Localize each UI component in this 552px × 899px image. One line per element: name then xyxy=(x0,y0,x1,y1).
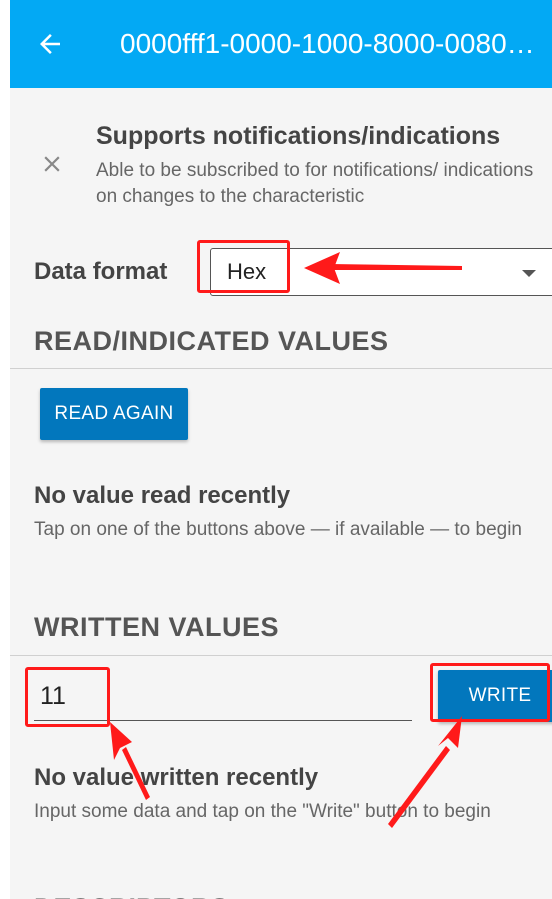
back-button[interactable] xyxy=(32,26,68,62)
arrow-left-icon xyxy=(40,34,60,54)
write-status-description: Input some data and tap on the "Write" b… xyxy=(34,801,491,822)
data-format-value: Hex xyxy=(227,259,267,284)
written-values-header: WRITTEN VALUES xyxy=(34,612,279,642)
write-status-title: No value written recently xyxy=(34,764,319,791)
descriptors-header: DESCRIPTORS xyxy=(34,888,229,899)
write-button[interactable]: WRITE xyxy=(438,670,552,722)
property-title: Supports notifications/indications xyxy=(96,122,501,150)
written-section-divider xyxy=(10,655,552,656)
property-description: Able to be subscribed to for notificatio… xyxy=(96,160,534,207)
data-format-select[interactable]: Hex xyxy=(210,248,552,296)
read-section-divider xyxy=(10,368,552,369)
dropdown-caret-icon xyxy=(522,270,536,277)
write-value-input[interactable]: 11 xyxy=(34,676,412,721)
read-again-button[interactable]: READ AGAIN xyxy=(40,388,188,440)
property-close-button[interactable] xyxy=(36,148,68,180)
app-bar: 0000fff1-0000-1000-8000-00805f9b34fb xyxy=(10,0,552,88)
screen: 0000fff1-0000-1000-8000-00805f9b34fb Sup… xyxy=(10,0,552,899)
write-value-text: 11 xyxy=(40,682,66,710)
read-status-description: Tap on one of the buttons above — if ava… xyxy=(34,519,522,540)
data-format-label: Data format xyxy=(34,258,168,285)
close-icon xyxy=(44,156,60,172)
read-values-header: READ/INDICATED VALUES xyxy=(34,326,389,356)
characteristic-uuid-title: 0000fff1-0000-1000-8000-00805f9b34fb xyxy=(120,28,545,59)
read-status-title: No value read recently xyxy=(34,482,291,509)
